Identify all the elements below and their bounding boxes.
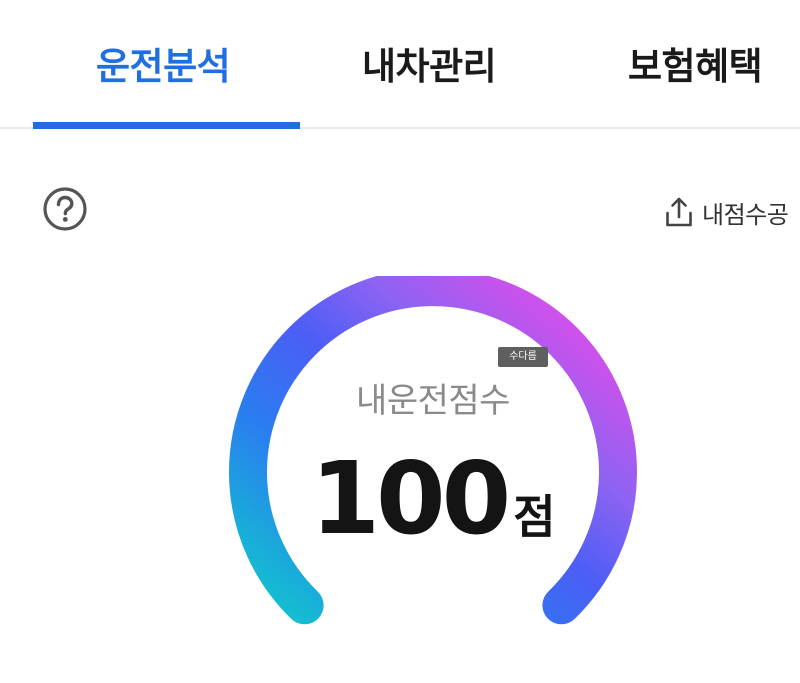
- tab-insurance-benefits[interactable]: 보험혜택: [628, 36, 763, 90]
- tab-bar: 운전분석 내차관리 보험혜택: [0, 0, 800, 129]
- tab-car-management[interactable]: 내차관리: [362, 36, 497, 90]
- gauge-label: 내운전점수: [356, 381, 510, 421]
- help-button[interactable]: [42, 186, 88, 232]
- score-display: 100 점: [233, 440, 633, 557]
- tab-driving-analysis[interactable]: 운전분석: [96, 36, 231, 90]
- active-tab-indicator: [33, 122, 300, 129]
- share-upload-icon: [666, 197, 692, 227]
- share-score-button[interactable]: 내점수공: [664, 194, 789, 230]
- score-unit: 점: [513, 490, 556, 544]
- score-value: 100: [310, 440, 511, 557]
- overlay-badge: 수다름: [498, 347, 548, 367]
- question-circle-icon: [43, 187, 87, 231]
- share-score-label: 내점수공: [702, 200, 789, 229]
